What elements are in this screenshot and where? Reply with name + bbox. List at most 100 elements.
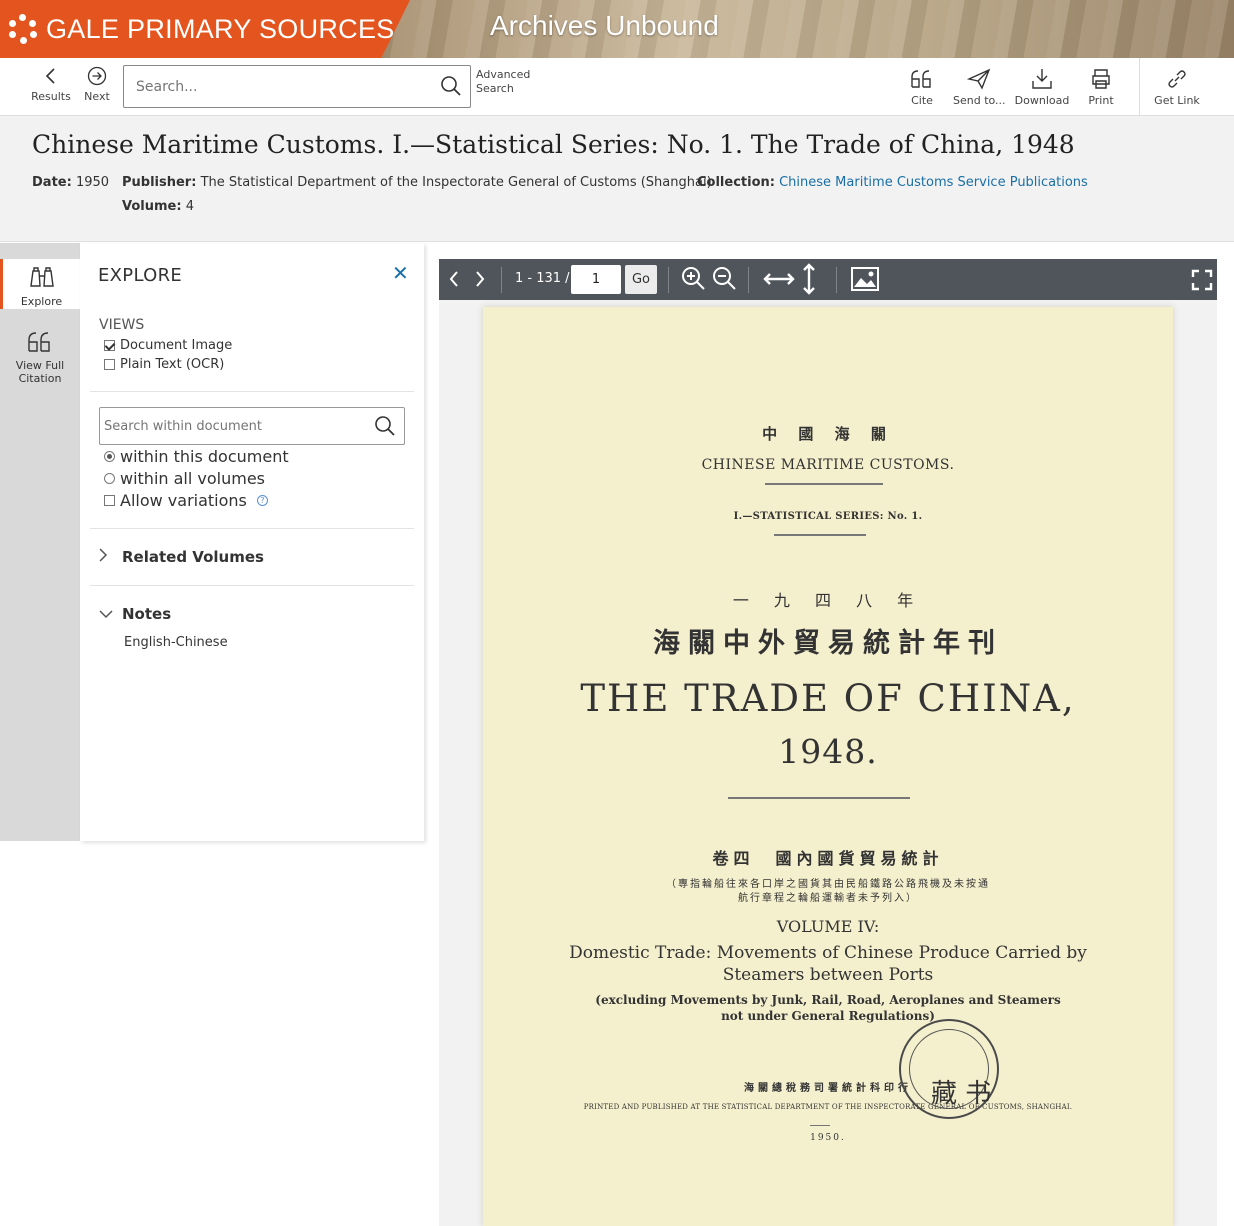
print-button[interactable]: Print: [1085, 64, 1117, 107]
doc-excluding-1: (excluding Movements by Junk, Rail, Road…: [595, 993, 1061, 1007]
this-document-radio[interactable]: [104, 451, 115, 462]
document-page-image[interactable]: 中 國 海 關 CHINESE MARITIME CUSTOMS. I.—STA…: [483, 307, 1173, 1226]
search-icon[interactable]: [440, 75, 462, 101]
printer-icon: [1085, 64, 1117, 94]
doc-en-title: THE TRADE OF CHINA,: [580, 677, 1076, 720]
image-icon[interactable]: [850, 266, 880, 296]
next-button[interactable]: Next: [75, 62, 119, 112]
get-link-button[interactable]: Get Link: [1152, 64, 1202, 107]
doc-cn-note-2: 航行章程之輪船運輸者未予列入）: [738, 893, 918, 904]
collection-label: Collection:: [697, 175, 775, 190]
close-icon[interactable]: ✕: [392, 261, 409, 285]
document-search-box: [99, 407, 405, 445]
library-seal: 藏 书: [899, 1019, 999, 1119]
search-this-document-option[interactable]: within this document: [104, 447, 289, 466]
rail-explore[interactable]: Explore: [0, 259, 80, 309]
doc-pub-year: 1950.: [810, 1133, 846, 1143]
doc-en-header: CHINESE MARITIME CUSTOMS.: [701, 457, 955, 473]
toolbar-separator: [836, 267, 837, 293]
document-search-input[interactable]: [100, 408, 360, 444]
allow-variations-label: Allow variations: [120, 491, 247, 510]
page-number-input[interactable]: [571, 265, 621, 294]
paper-plane-icon: [953, 64, 1005, 94]
doc-printed-by: PRINTED AND PUBLISHED AT THE STATISTICAL…: [583, 1103, 1073, 1111]
rail-citation-label-1: View Full: [15, 359, 65, 372]
related-volumes-label: Related Volumes: [122, 548, 264, 566]
collection-link[interactable]: Chinese Maritime Customs Service Publica…: [779, 175, 1088, 190]
search-input[interactable]: [124, 66, 424, 107]
search-icon[interactable]: [374, 415, 396, 441]
binoculars-icon: [3, 261, 80, 295]
allow-variations-checkbox[interactable]: [104, 495, 115, 506]
date-label: Date:: [32, 175, 72, 190]
left-rail: Explore View Full Citation: [0, 243, 80, 841]
volume-value: 4: [185, 199, 194, 214]
related-volumes-toggle[interactable]: Related Volumes: [98, 547, 264, 567]
explore-title: EXPLORE: [98, 265, 183, 286]
doc-series: I.—STATISTICAL SERIES: No. 1.: [733, 511, 923, 522]
doc-year: 1948.: [778, 732, 878, 771]
publisher-value: The Statistical Department of the Inspec…: [200, 175, 712, 190]
help-icon[interactable]: ?: [256, 495, 268, 506]
plain-text-checkbox[interactable]: [104, 359, 115, 370]
rail-view-citation[interactable]: View Full Citation: [0, 325, 80, 385]
cite-button[interactable]: Cite: [905, 64, 939, 107]
views-title: VIEWS: [99, 317, 145, 333]
this-document-label: within this document: [120, 447, 289, 466]
results-button[interactable]: Results: [29, 62, 73, 112]
date-value: 1950: [75, 175, 110, 190]
zoom-in-icon[interactable]: [681, 266, 707, 296]
page-range: 1 - 131 /: [515, 271, 570, 286]
send-to-label: Send to...: [953, 94, 1006, 107]
allow-variations-option[interactable]: Allow variations ?: [104, 491, 268, 510]
download-icon: [1013, 64, 1071, 94]
document-title: Chinese Maritime Customs. I.—Statistical…: [32, 130, 1075, 159]
citation-header: Chinese Maritime Customs. I.—Statistical…: [0, 116, 1234, 242]
zoom-out-icon[interactable]: [712, 266, 738, 296]
advanced-search-link[interactable]: Advanced Search: [476, 68, 530, 96]
doc-excluding-2: not under General Regulations): [721, 1009, 935, 1023]
download-button[interactable]: Download: [1013, 64, 1071, 107]
next-label: Next: [84, 90, 110, 103]
go-button[interactable]: Go: [625, 265, 657, 294]
search-all-volumes-option[interactable]: within all volumes: [104, 469, 265, 488]
volume-meta: Volume: 4: [122, 199, 194, 214]
explore-panel: EXPLORE ✕ VIEWS Document Image Plain Tex…: [80, 243, 424, 841]
divider: [90, 391, 414, 392]
view-document-image-option[interactable]: Document Image: [104, 338, 232, 353]
fit-width-icon[interactable]: [763, 268, 795, 294]
date-meta: Date: 1950: [32, 175, 109, 190]
publisher-meta: Publisher: The Statistical Department of…: [122, 175, 712, 190]
viewer-toolbar: 1 - 131 / Go: [439, 259, 1217, 300]
view-plain-text-option[interactable]: Plain Text (OCR): [104, 357, 224, 372]
divider: [90, 585, 414, 586]
search-box: [123, 65, 471, 108]
divider: [90, 528, 414, 529]
doc-volume: VOLUME IV:: [776, 917, 880, 936]
toolbar-separator: [748, 267, 749, 293]
doc-cn-note-1: （專指輪船往來各口岸之國貨其由民船鐵路公路飛機及未按通: [666, 879, 990, 890]
collection-meta: Collection: Chinese Maritime Customs Ser…: [697, 175, 1088, 190]
all-volumes-radio[interactable]: [104, 473, 115, 484]
notes-toggle[interactable]: Notes: [98, 605, 171, 623]
notes-label: Notes: [122, 605, 172, 623]
doc-subtitle-2: Steamers between Ports: [722, 965, 934, 985]
doc-rule: [728, 797, 910, 799]
document-viewer: 1 - 131 / Go 中 國 海 關 CHINESE MARITIME CU…: [439, 259, 1217, 1226]
fullscreen-icon[interactable]: [1191, 269, 1213, 295]
fit-height-icon[interactable]: [800, 263, 818, 299]
product-name: Archives Unbound: [490, 10, 719, 41]
arrow-circle-right-icon: [75, 62, 119, 90]
notes-value: English-Chinese: [124, 635, 228, 650]
brand-block[interactable]: GALE PRIMARY SOURCES: [0, 0, 410, 58]
next-page-icon[interactable]: [473, 267, 487, 295]
doc-subtitle-1: Domestic Trade: Movements of Chinese Pro…: [569, 943, 1087, 963]
toolbar-divider: [1139, 58, 1140, 116]
previous-page-icon[interactable]: [447, 267, 461, 295]
document-image-checkbox[interactable]: [104, 340, 115, 351]
print-label: Print: [1088, 94, 1114, 107]
send-to-button[interactable]: Send to...: [953, 64, 1006, 107]
top-banner: GALE PRIMARY SOURCES Archives Unbound: [0, 0, 1234, 58]
rail-explore-label: Explore: [20, 295, 63, 308]
doc-cn-printer: 海關總稅務司署統計科印行: [744, 1083, 912, 1094]
